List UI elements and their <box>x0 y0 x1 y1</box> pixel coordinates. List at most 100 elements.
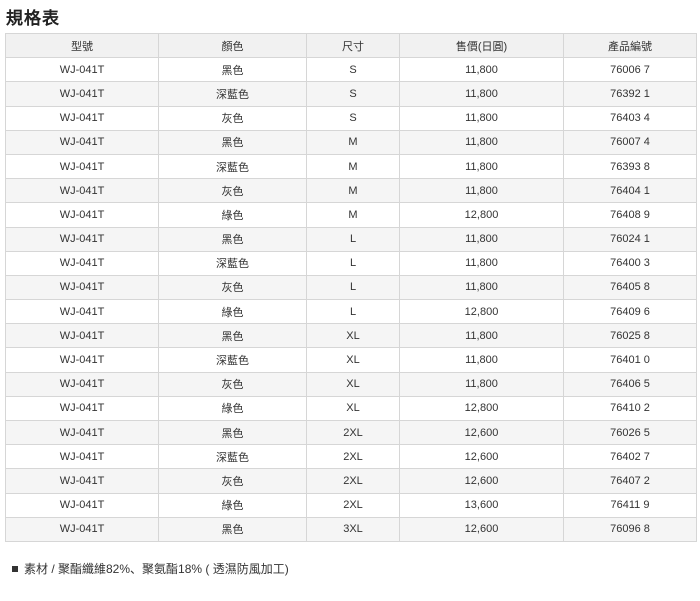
price-cell: 11,800 <box>399 178 564 204</box>
size-cell: M <box>306 178 400 204</box>
color-cell: 灰色 <box>158 468 307 494</box>
color-cell: 深藍色 <box>158 347 307 373</box>
table-row: WJ-041T 黑色 XL 11,800 76025 8 <box>5 323 697 349</box>
model-cell: WJ-041T <box>5 516 159 542</box>
product-code-cell: 76408 9 <box>563 202 697 228</box>
table-row: WJ-041T 黑色 L 11,800 76024 1 <box>5 226 697 252</box>
product-code-cell: 76024 1 <box>563 226 697 252</box>
size-header: 尺寸 <box>306 32 400 59</box>
size-cell: 2XL <box>306 492 400 518</box>
table-header-row: 型號 顏色 尺寸 售價(日圓) 產品編號 <box>5 32 697 59</box>
color-cell: 綠色 <box>158 492 307 518</box>
material-note: 素材 / 聚酯纖維82%、聚氨酯18% ( 透濕防風加工) <box>12 560 289 577</box>
size-cell: 2XL <box>306 419 400 446</box>
price-cell: 11,800 <box>399 153 564 180</box>
price-cell: 11,800 <box>399 81 564 107</box>
table-row: WJ-041T 灰色 L 11,800 76405 8 <box>5 274 697 301</box>
model-cell: WJ-041T <box>5 323 159 349</box>
color-cell: 灰色 <box>158 105 307 131</box>
price-cell: 11,800 <box>399 274 564 301</box>
product-code-cell: 76411 9 <box>563 492 697 518</box>
color-cell: 綠色 <box>158 395 307 422</box>
color-cell: 黑色 <box>158 419 307 446</box>
price-cell: 12,600 <box>399 516 564 542</box>
model-cell: WJ-041T <box>5 250 159 276</box>
model-header: 型號 <box>5 32 159 59</box>
color-cell: 黑色 <box>158 129 307 155</box>
color-cell: 灰色 <box>158 274 307 301</box>
price-cell: 12,800 <box>399 395 564 422</box>
price-cell: 12,600 <box>399 444 564 470</box>
price-header: 售價(日圓) <box>399 32 564 59</box>
price-cell: 12,600 <box>399 468 564 494</box>
table-row: WJ-041T 灰色 2XL 12,600 76407 2 <box>5 468 697 494</box>
product-code-cell: 76402 7 <box>563 444 697 470</box>
product-code-cell: 76407 2 <box>563 468 697 494</box>
price-cell: 11,800 <box>399 105 564 131</box>
product-code-cell: 76410 2 <box>563 395 697 422</box>
table-row: WJ-041T 黑色 2XL 12,600 76026 5 <box>5 419 697 446</box>
table-row: WJ-041T 灰色 S 11,800 76403 4 <box>5 105 697 131</box>
color-cell: 綠色 <box>158 202 307 228</box>
size-cell: 2XL <box>306 444 400 470</box>
color-cell: 黑色 <box>158 226 307 252</box>
price-cell: 11,800 <box>399 250 564 276</box>
product-code-cell: 76006 7 <box>563 57 697 83</box>
product-code-cell: 76392 1 <box>563 81 697 107</box>
table-row: WJ-041T 深藍色 2XL 12,600 76402 7 <box>5 444 697 470</box>
product-code-cell: 76025 8 <box>563 323 697 349</box>
color-cell: 深藍色 <box>158 444 307 470</box>
price-cell: 13,600 <box>399 492 564 518</box>
model-cell: WJ-041T <box>5 57 159 83</box>
size-cell: XL <box>306 395 400 422</box>
product-code-cell: 76096 8 <box>563 516 697 542</box>
table-body: WJ-041T 黑色 S 11,800 76006 7 WJ-041T 深藍色 S 11,800… <box>5 57 697 542</box>
table-row: WJ-041T 灰色 XL 11,800 76406 5 <box>5 371 697 397</box>
model-cell: WJ-041T <box>5 153 159 180</box>
table-row: WJ-041T 黑色 S 11,800 76006 7 <box>5 57 697 83</box>
page-title: 規格表 <box>6 9 60 28</box>
model-cell: WJ-041T <box>5 371 159 397</box>
color-cell: 深藍色 <box>158 153 307 180</box>
product-code-cell: 76403 4 <box>563 105 697 131</box>
product-code-cell: 76400 3 <box>563 250 697 276</box>
table-row: WJ-041T 綠色 XL 12,800 76410 2 <box>5 395 697 422</box>
size-cell: M <box>306 202 400 228</box>
color-cell: 綠色 <box>158 299 307 325</box>
price-cell: 11,800 <box>399 371 564 397</box>
product-code-cell: 76406 5 <box>563 371 697 397</box>
size-cell: L <box>306 226 400 252</box>
color-cell: 黑色 <box>158 323 307 349</box>
material-note-text: 素材 / 聚酯纖維82%、聚氨酯18% ( 透濕防風加工) <box>24 562 289 576</box>
price-cell: 12,800 <box>399 202 564 228</box>
model-cell: WJ-041T <box>5 105 159 131</box>
price-cell: 11,800 <box>399 57 564 83</box>
product-code-cell: 76007 4 <box>563 129 697 155</box>
size-cell: S <box>306 105 400 131</box>
model-cell: WJ-041T <box>5 347 159 373</box>
spec-page: 規格表 型號 顏色 尺寸 售價(日圓) 產品編號 WJ-041T 黑色 S 11,800 760… <box>0 0 700 601</box>
size-cell: S <box>306 81 400 107</box>
table-row: WJ-041T 綠色 M 12,800 76408 9 <box>5 202 697 228</box>
model-cell: WJ-041T <box>5 178 159 204</box>
price-cell: 11,800 <box>399 129 564 155</box>
size-cell: L <box>306 250 400 276</box>
color-cell: 深藍色 <box>158 81 307 107</box>
size-cell: XL <box>306 347 400 373</box>
table-row: WJ-041T 黑色 M 11,800 76007 4 <box>5 129 697 155</box>
table-row: WJ-041T 綠色 2XL 13,600 76411 9 <box>5 492 697 518</box>
model-cell: WJ-041T <box>5 202 159 228</box>
model-cell: WJ-041T <box>5 299 159 325</box>
size-cell: M <box>306 129 400 155</box>
table-row: WJ-041T 綠色 L 12,800 76409 6 <box>5 299 697 325</box>
table-row: WJ-041T 灰色 M 11,800 76404 1 <box>5 178 697 204</box>
size-cell: 3XL <box>306 516 400 542</box>
size-cell: XL <box>306 323 400 349</box>
color-cell: 黑色 <box>158 57 307 83</box>
product-code-cell: 76026 5 <box>563 419 697 446</box>
product-code-cell: 76404 1 <box>563 178 697 204</box>
product-code-cell: 76405 8 <box>563 274 697 301</box>
price-cell: 12,800 <box>399 299 564 325</box>
table-row: WJ-041T 深藍色 S 11,800 76392 1 <box>5 81 697 107</box>
size-cell: S <box>306 57 400 83</box>
